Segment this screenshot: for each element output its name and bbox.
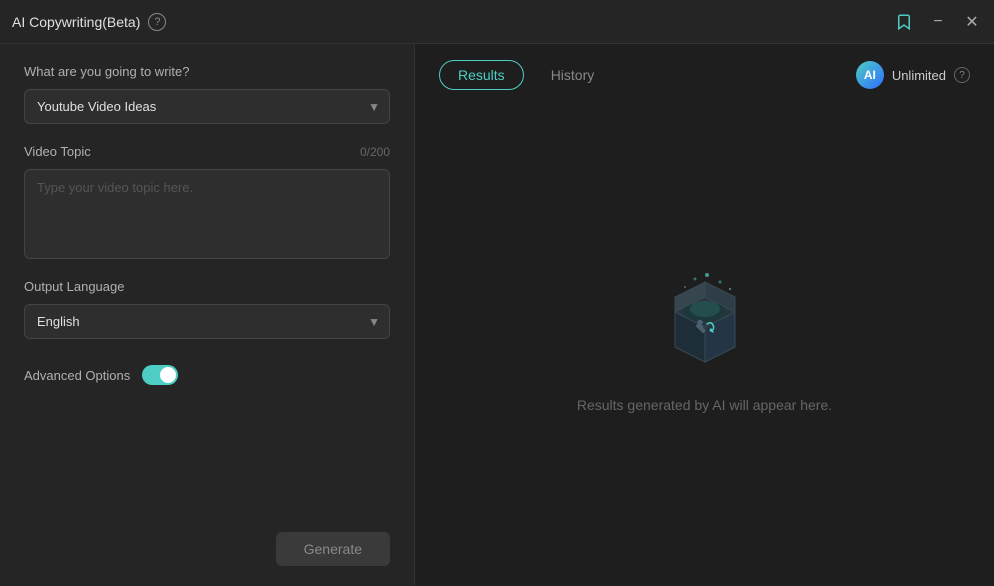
write-type-select-wrapper: Youtube Video Ideas Blog Post Ad Copy Em… — [24, 89, 390, 124]
generate-btn-wrapper: Generate — [276, 532, 390, 566]
title-bar-right: − ✕ — [894, 12, 982, 32]
box-illustration — [645, 267, 765, 377]
toggle-knob — [160, 367, 176, 383]
video-topic-header: Video Topic 0/200 — [24, 144, 390, 159]
generate-button[interactable]: Generate — [276, 532, 390, 566]
tab-history[interactable]: History — [532, 60, 614, 90]
help-icon[interactable]: ? — [148, 13, 166, 31]
write-type-select[interactable]: Youtube Video Ideas Blog Post Ad Copy Em… — [24, 89, 390, 124]
right-panel: Results History AI Unlimited ? — [415, 44, 994, 586]
ai-avatar: AI — [856, 61, 884, 89]
output-language-label: Output Language — [24, 279, 390, 294]
language-select-wrapper: English Spanish French German Chinese Ja… — [24, 304, 390, 339]
char-count: 0/200 — [360, 145, 390, 159]
advanced-options-label: Advanced Options — [24, 368, 130, 383]
video-topic-input[interactable] — [24, 169, 390, 259]
empty-state: Results generated by AI will appear here… — [439, 110, 970, 570]
right-header: Results History AI Unlimited ? — [439, 60, 970, 90]
main-container: What are you going to write? Youtube Vid… — [0, 44, 994, 586]
language-select[interactable]: English Spanish French German Chinese Ja… — [24, 304, 390, 339]
unlimited-info-icon[interactable]: ? — [954, 67, 970, 83]
unlimited-label: Unlimited — [892, 68, 946, 83]
empty-state-text: Results generated by AI will appear here… — [577, 397, 832, 413]
video-topic-label: Video Topic — [24, 144, 91, 159]
tabs: Results History — [439, 60, 613, 90]
app-title: AI Copywriting(Beta) — [12, 14, 140, 30]
tab-results[interactable]: Results — [439, 60, 524, 90]
advanced-options-toggle[interactable] — [142, 365, 178, 385]
minimize-button[interactable]: − — [928, 12, 948, 32]
close-button[interactable]: ✕ — [962, 12, 982, 32]
left-panel: What are you going to write? Youtube Vid… — [0, 44, 415, 586]
write-type-label: What are you going to write? — [24, 64, 390, 79]
unlimited-section: AI Unlimited ? — [856, 61, 970, 89]
title-bar: AI Copywriting(Beta) ? − ✕ — [0, 0, 994, 44]
bookmark-icon[interactable] — [894, 12, 914, 32]
title-bar-left: AI Copywriting(Beta) ? — [12, 13, 166, 31]
advanced-options-row: Advanced Options — [24, 365, 390, 385]
